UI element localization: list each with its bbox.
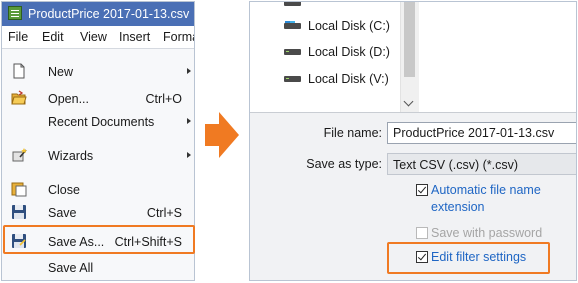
tree-scrollbar[interactable] [400,2,419,112]
menu-item-close[interactable]: Close [2,177,194,202]
submenu-arrow-icon [187,152,191,158]
menu-item-new[interactable]: New [2,59,194,84]
menu-item-label: Wizards [48,149,94,163]
edit-filter-highlight-box [387,242,550,274]
close-document-icon [11,182,27,197]
menu-edit[interactable]: Edit [42,30,64,44]
save-as-dialog: Local Disk (C:) Local Disk (D:) Local Di… [249,1,577,281]
menu-item-label: Save All [48,261,94,275]
file-name-label: File name: [323,126,382,140]
menu-item-save-all[interactable]: Save All [2,255,194,280]
scroll-down-arrow-icon[interactable] [403,96,414,107]
menu-item-shortcut: Ctrl+O [145,92,182,106]
save-as-type-value: Text CSV (.csv) (*.csv) [393,158,519,172]
new-document-icon [13,63,25,79]
drive-label: Local Disk (C:) [308,19,390,33]
right-arrow-icon [205,112,239,158]
menu-item-open[interactable]: Open... Ctrl+O [2,86,194,111]
menu-file[interactable]: File [8,30,28,44]
wizard-wand-icon [12,148,27,162]
calc-app-icon [8,6,22,20]
scrollbar-thumb[interactable] [404,2,415,77]
drive-label: Local Disk (V:) [308,72,389,86]
drive-label: Local Disk (D:) [308,45,390,59]
auto-extension-label: Automatic file name extension [431,182,561,216]
save-floppy-icon [12,205,26,219]
menu-item-label: Recent Documents [48,115,155,129]
drive-icon [284,76,301,82]
menu-item-label: New [48,65,74,79]
auto-extension-text: Automatic file name extension [431,183,541,214]
menu-item-label: Close [48,183,80,197]
title-bar: ProductPrice 2017-01-13.csv [2,2,194,26]
menu-item-wizards[interactable]: Wizards [2,143,194,168]
menu-format[interactable]: Forma [163,30,194,44]
auto-extension-checkbox[interactable] [416,184,428,196]
submenu-arrow-icon [187,118,191,124]
menu-insert[interactable]: Insert [119,30,150,44]
save-as-type-select[interactable]: Text CSV (.csv) (*.csv) [387,153,576,175]
save-as-highlight-box [3,225,195,254]
menu-bar: File Edit View Insert Forma [2,26,194,49]
menu-item-label: Save [48,206,77,220]
save-with-password-label: Save with password [431,226,543,240]
submenu-arrow-icon [187,68,191,74]
file-name-input[interactable] [387,122,576,144]
system-drive-icon [284,21,301,29]
drive-icon [284,49,301,55]
window-title: ProductPrice 2017-01-13.csv [28,7,190,21]
menu-view[interactable]: View [80,30,107,44]
save-with-password-checkbox [416,227,428,239]
folder-tree: Local Disk (C:) Local Disk (D:) Local Di… [250,2,576,113]
save-as-type-label: Save as type: [306,157,382,171]
drive-icon [284,2,301,6]
menu-item-recent-documents[interactable]: Recent Documents [2,109,194,134]
menu-item-save[interactable]: Save Ctrl+S [2,200,194,225]
open-folder-icon [11,90,27,105]
menu-item-label: Open... [48,92,89,106]
menu-item-shortcut: Ctrl+S [146,206,182,220]
